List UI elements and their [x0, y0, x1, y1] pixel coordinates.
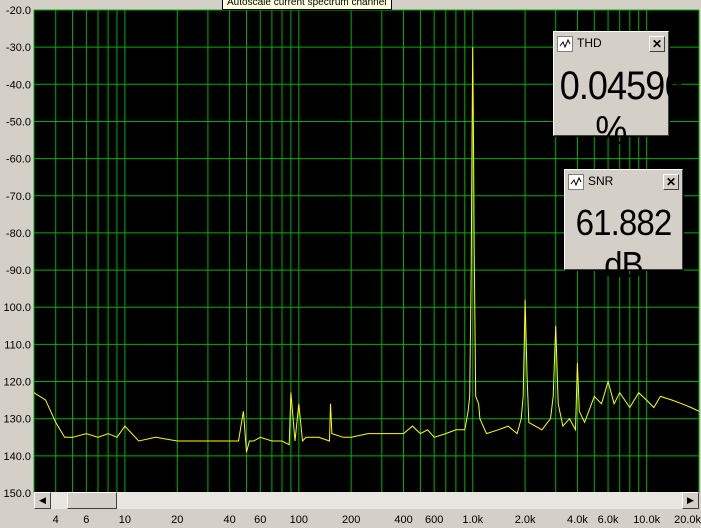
y-tick-label: -50.0 — [6, 116, 31, 128]
y-tick-label: -30.0 — [6, 42, 31, 54]
y-tick-label: -80.0 — [6, 228, 31, 240]
close-icon[interactable]: ✕ — [649, 36, 665, 52]
meter-icon — [557, 36, 573, 52]
scrollbar-thumb[interactable] — [67, 492, 117, 509]
x-tick-label: 4.0k — [567, 514, 588, 526]
x-tick-label: 6.0k — [598, 514, 619, 526]
x-tick-label: 10 — [119, 514, 131, 526]
x-tick-label: 20 — [171, 514, 183, 526]
thd-value: 0.04596 % — [559, 64, 685, 153]
x-tick-label: 100 — [290, 514, 308, 526]
snr-label: SNR — [588, 174, 614, 188]
horizontal-scrollbar[interactable]: ◀ ▶ — [34, 492, 699, 509]
y-tick-label: 130.0 — [3, 414, 31, 426]
x-tick-label: 600 — [425, 514, 443, 526]
y-tick-label: -60.0 — [6, 154, 31, 166]
thd-label: THD — [577, 36, 602, 50]
x-tick-label: 10.0k — [633, 514, 660, 526]
y-tick-label: -90.0 — [6, 265, 31, 277]
autoscale-tooltip: Autoscale current spectrum channel — [222, 0, 392, 10]
scroll-left-icon[interactable]: ◀ — [34, 492, 51, 509]
snr-value: 61.882 dB — [575, 202, 673, 285]
snr-meter-window[interactable]: SNR ✕ 61.882 dB — [564, 169, 683, 285]
y-tick-label: -70.0 — [6, 191, 31, 203]
y-tick-labels: -20.0 -30.0 -40.0 -50.0 -60.0 -70.0 -80.0 -90.0… — [3, 5, 31, 500]
x-tick-label: 4 — [53, 514, 59, 526]
x-tick-label: 40 — [224, 514, 236, 526]
y-tick-label: 150.0 — [3, 488, 31, 500]
meter-icon — [568, 174, 584, 190]
x-tick-label: 60 — [254, 514, 266, 526]
x-tick-label: 6 — [83, 514, 89, 526]
x-tick-label: 400 — [394, 514, 412, 526]
x-tick-label: 200 — [342, 514, 360, 526]
spectrum-analyzer-window: -20.0 -30.0 -40.0 -50.0 -60.0 -70.0 -80.0 -90.0… — [0, 0, 701, 528]
x-tick-labels: 4 6 10 20 40 60 100 200 400 600 1.0k 2.0k 4.0k 6.0k 10… — [53, 514, 701, 526]
y-tick-label: 120.0 — [3, 377, 31, 389]
y-tick-label: -20.0 — [6, 5, 31, 17]
close-icon[interactable]: ✕ — [663, 174, 679, 190]
y-tick-label: 140.0 — [3, 451, 31, 463]
thd-title-bar[interactable]: THD ✕ — [557, 35, 665, 53]
x-tick-label: 1.0k — [462, 514, 483, 526]
y-tick-label: 110.0 — [4, 339, 31, 351]
x-tick-label: 2.0k — [515, 514, 536, 526]
scroll-right-icon[interactable]: ▶ — [682, 492, 699, 509]
snr-title-bar[interactable]: SNR ✕ — [568, 173, 679, 191]
y-tick-label: 100.0 — [3, 302, 31, 314]
y-tick-label: -40.0 — [6, 79, 31, 91]
x-tick-label: 20.0k — [674, 514, 701, 526]
thd-meter-window[interactable]: THD ✕ 0.04596 % — [553, 31, 684, 153]
